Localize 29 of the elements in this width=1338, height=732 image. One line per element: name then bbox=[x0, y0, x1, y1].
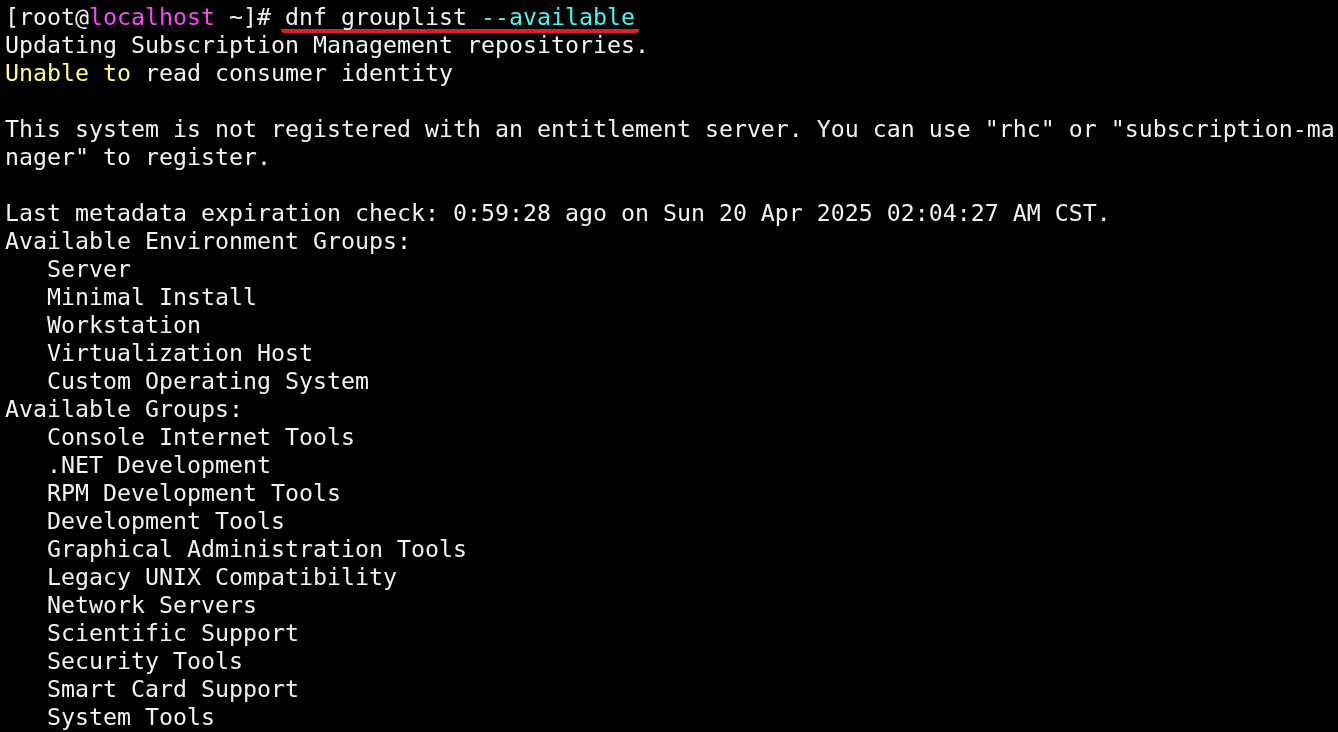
group-name: Smart Card Support bbox=[47, 675, 299, 703]
section-heading: Available Groups: bbox=[5, 395, 243, 423]
group-name: Workstation bbox=[47, 311, 201, 339]
command-option: --available bbox=[480, 5, 635, 29]
group-name: Network Servers bbox=[47, 591, 257, 619]
terminal-text: This system is not registered with an entitlement server. You can use "rhc" or "subscription-ma bbox=[5, 115, 1335, 143]
group-name: Console Internet Tools bbox=[47, 423, 355, 451]
terminal-text: Unable to bbox=[5, 59, 131, 87]
prompt-text: ~]# bbox=[228, 3, 271, 31]
command-text: dnf grouplist bbox=[284, 5, 467, 29]
group-name: System Tools bbox=[47, 703, 215, 731]
terminal-text: Updating Subscription Management repositories. bbox=[5, 31, 649, 59]
group-name: Scientific Support bbox=[47, 619, 299, 647]
hostname-text: localhost bbox=[89, 3, 215, 31]
group-name: Legacy UNIX Compatibility bbox=[47, 563, 397, 591]
terminal-text: Last metadata expiration check: 0:59:28 ago on Sun 20 Apr 2025 02:04:27 AM CST. bbox=[5, 199, 1111, 227]
group-name: Server bbox=[47, 255, 131, 283]
group-name: Custom Operating System bbox=[47, 367, 369, 395]
section-heading: Available Environment Groups: bbox=[5, 227, 411, 255]
group-name: Graphical Administration Tools bbox=[47, 535, 467, 563]
group-name: RPM Development Tools bbox=[47, 479, 341, 507]
group-name: Minimal Install bbox=[47, 283, 257, 311]
terminal-text: read consumer identity bbox=[144, 59, 453, 87]
terminal-text: nager" to register. bbox=[5, 143, 271, 171]
group-name: Development Tools bbox=[47, 507, 285, 535]
group-name: .NET Development bbox=[47, 451, 271, 479]
group-name: Virtualization Host bbox=[47, 339, 313, 367]
prompt-text: [root@ bbox=[5, 3, 89, 31]
group-name: Security Tools bbox=[47, 647, 243, 675]
